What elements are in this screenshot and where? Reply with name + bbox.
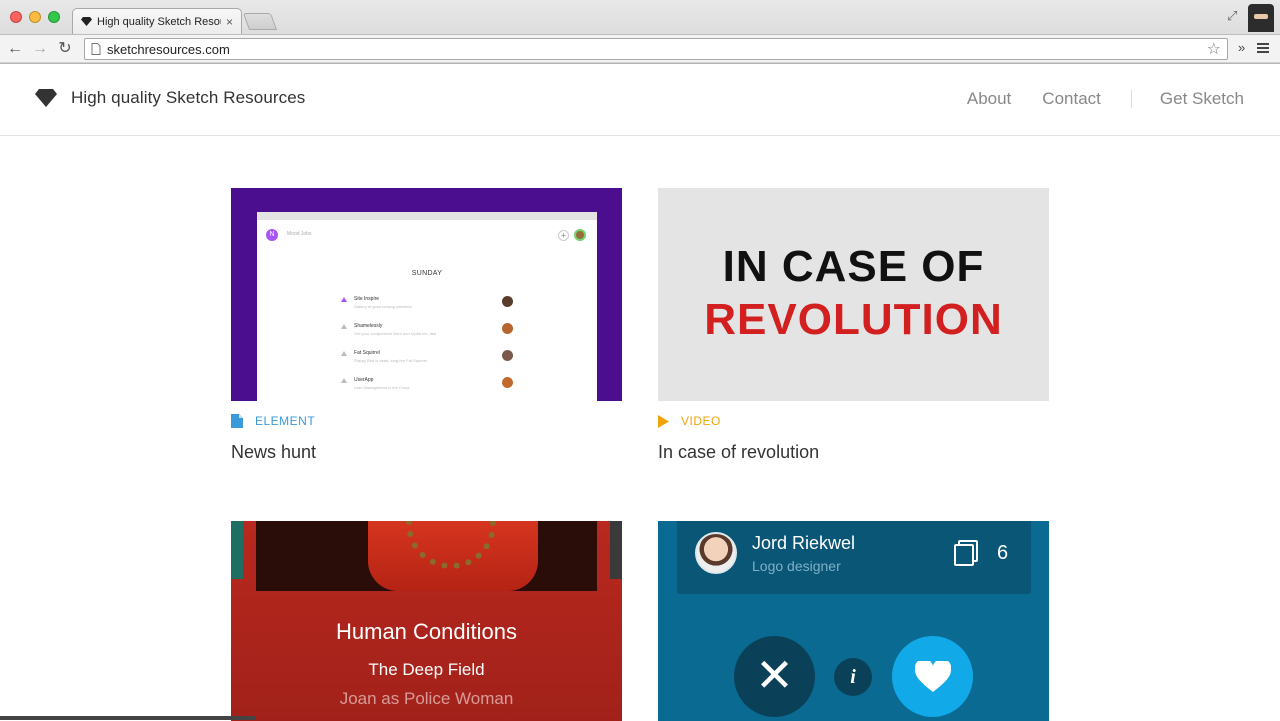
- artist-name: Joan as Police Woman: [339, 689, 514, 708]
- upvote-icon: [341, 378, 347, 383]
- profile-avatar[interactable]: [1248, 4, 1274, 32]
- sketch-diamond-icon: [81, 17, 92, 26]
- item-subtitle: User Management in the Cloud: [354, 385, 410, 390]
- photo-edge: [610, 521, 622, 579]
- window-controls: [10, 11, 60, 23]
- nav-get-sketch-link[interactable]: Get Sketch: [1160, 89, 1244, 109]
- forward-button[interactable]: →: [30, 39, 50, 59]
- main-nav: About Contact Get Sketch: [967, 89, 1244, 109]
- resource-card[interactable]: Jord Riekwel Logo designer 6 ✕ i: [658, 521, 1049, 721]
- brand-title: High quality Sketch Resources: [71, 88, 306, 107]
- card-thumbnail[interactable]: N Mood Jobs + SUNDAY Site Inspire Galler…: [231, 188, 622, 401]
- tab-close-icon[interactable]: ×: [226, 15, 233, 29]
- category-label[interactable]: VIDEO: [681, 414, 721, 428]
- address-bar[interactable]: sketchresources.com ☆: [84, 38, 1228, 60]
- fullscreen-icon[interactable]: ⤢: [1227, 8, 1237, 24]
- resource-card[interactable]: N Mood Jobs + SUNDAY Site Inspire Galler…: [231, 188, 622, 463]
- sketch-diamond-icon: [35, 89, 57, 107]
- list-item: Shamelessly Get your components fixed an…: [341, 323, 513, 343]
- album-photo: [256, 521, 597, 591]
- bookmark-star-icon[interactable]: ☆: [1207, 39, 1221, 59]
- play-icon: [658, 414, 669, 428]
- page-icon: [91, 43, 101, 55]
- card-thumbnail[interactable]: Jord Riekwel Logo designer 6 ✕ i: [658, 521, 1049, 721]
- browser-chrome: High quality Sketch Resour × ⤢ ← → ↻ ske…: [0, 0, 1280, 64]
- browser-tab[interactable]: High quality Sketch Resour ×: [72, 8, 242, 34]
- item-subtitle: Get your components fixed and styled etc…: [354, 331, 437, 336]
- resource-card[interactable]: IN CASE OF REVOLUTION VIDEO In case of r…: [658, 188, 1049, 463]
- profile-role: Logo designer: [752, 558, 841, 574]
- info-icon: i: [834, 658, 872, 696]
- brand[interactable]: High quality Sketch Resources: [35, 88, 305, 108]
- resource-card[interactable]: Human Conditions The Deep Field Joan as …: [231, 521, 622, 721]
- profile-panel: Jord Riekwel Logo designer 6: [677, 521, 1031, 594]
- new-tab-button[interactable]: [242, 13, 278, 30]
- document-icon: [231, 414, 243, 428]
- site-header: High quality Sketch Resources About Cont…: [0, 64, 1280, 136]
- close-icon: ✕: [734, 636, 815, 717]
- close-window-button[interactable]: [10, 11, 22, 23]
- avatar: [502, 377, 513, 388]
- item-title: Site Inspire: [354, 296, 380, 302]
- avatar: [502, 323, 513, 334]
- back-button[interactable]: ←: [5, 39, 25, 59]
- item-title: UserApp: [354, 377, 374, 383]
- card-title[interactable]: News hunt: [231, 442, 622, 463]
- item-title: Fat Squirrel: [354, 350, 380, 356]
- reload-button[interactable]: ↻: [55, 39, 75, 59]
- poster-line-2: REVOLUTION: [704, 295, 1003, 344]
- maximize-window-button[interactable]: [48, 11, 60, 23]
- upvote-icon: [341, 351, 347, 356]
- status-bar: [0, 716, 255, 720]
- photo-edge: [231, 521, 243, 579]
- upvote-icon: [341, 324, 347, 329]
- profile-name: Jord Riekwel: [752, 533, 856, 553]
- app-tabs: Mood Jobs: [287, 231, 312, 237]
- tab-title: High quality Sketch Resour: [97, 15, 221, 28]
- list-item: Fat Squirrel Flappy Bird is dead, long l…: [341, 350, 513, 370]
- card-title[interactable]: In case of revolution: [658, 442, 1049, 463]
- card-meta: VIDEO: [658, 414, 1049, 428]
- nav-contact-link[interactable]: Contact: [1042, 89, 1101, 109]
- card-thumbnail[interactable]: Human Conditions The Deep Field Joan as …: [231, 521, 622, 721]
- plus-icon: +: [558, 230, 569, 241]
- browser-menu-icon[interactable]: [1257, 43, 1269, 55]
- avatar: [695, 532, 737, 574]
- card-meta: ELEMENT: [231, 414, 622, 428]
- nav-divider: [1130, 90, 1132, 108]
- browser-toolbar: ← → ↻ sketchresources.com ☆ »: [0, 34, 1280, 62]
- category-label[interactable]: ELEMENT: [255, 414, 315, 428]
- heart-icon: [892, 636, 973, 717]
- app-logo: N: [266, 229, 278, 241]
- url-text[interactable]: sketchresources.com: [107, 42, 1201, 57]
- song-title: The Deep Field: [368, 660, 485, 679]
- item-subtitle: Flappy Bird is dead, long live Fat Squir…: [354, 358, 427, 363]
- extensions-overflow-button[interactable]: »: [1238, 40, 1245, 55]
- item-title: Shamelessly: [354, 323, 383, 329]
- upvote-icon: [341, 297, 347, 302]
- shots-count: 6: [997, 542, 1009, 564]
- app-preview: N Mood Jobs + SUNDAY Site Inspire Galler…: [257, 212, 597, 401]
- stack-icon: [954, 540, 978, 566]
- album-title: Human Conditions: [336, 619, 517, 644]
- item-subtitle: Gallery of good looking websites: [354, 304, 412, 309]
- avatar: [574, 229, 586, 241]
- avatar: [502, 296, 513, 307]
- nav-about-link[interactable]: About: [967, 89, 1011, 109]
- list-item: UserApp User Management in the Cloud: [341, 377, 513, 397]
- day-heading: SUNDAY: [411, 270, 443, 277]
- avatar: [502, 350, 513, 361]
- list-item: Site Inspire Gallery of good looking web…: [341, 296, 513, 316]
- poster-line-1: IN CASE OF: [722, 242, 985, 291]
- card-thumbnail[interactable]: IN CASE OF REVOLUTION: [658, 188, 1049, 401]
- minimize-window-button[interactable]: [29, 11, 41, 23]
